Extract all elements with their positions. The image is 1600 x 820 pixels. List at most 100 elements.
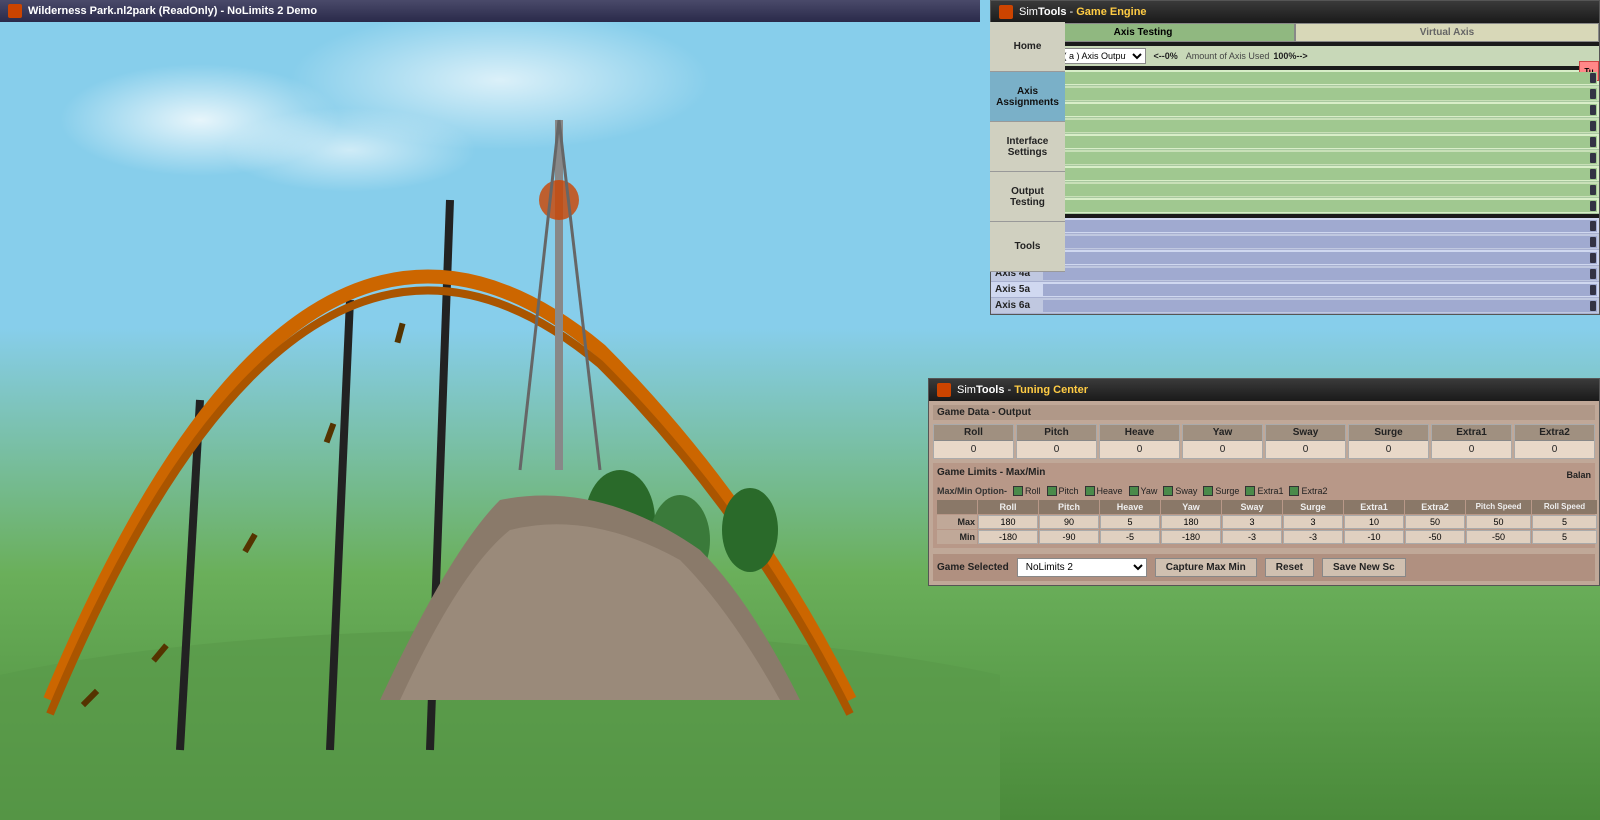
checkbox-roll[interactable]: Roll (1013, 486, 1041, 496)
tuning-icon (937, 383, 951, 397)
checkbox-surge[interactable]: Surge (1203, 486, 1239, 496)
limits-min-row: Min (937, 530, 1591, 544)
checkbox-pitch[interactable]: Pitch (1047, 486, 1079, 496)
simtools-game-engine-panel: SimTools - Game Engine Axis Testing Virt… (990, 0, 1600, 315)
axis-indicator-6a (1590, 301, 1596, 311)
data-col-roll: Roll 0 (933, 424, 1014, 459)
bottom-row: Game Selected NoLimits 2 Capture Max Min… (933, 554, 1595, 581)
checkbox-surge-box[interactable] (1203, 486, 1213, 496)
checkbox-surge-label: Surge (1215, 486, 1239, 496)
game-select[interactable]: NoLimits 2 (1017, 558, 1147, 577)
min-roll-speed-input[interactable] (1532, 530, 1597, 544)
data-col-extra1: Extra1 0 (1431, 424, 1512, 459)
checkbox-extra2[interactable]: Extra2 (1289, 486, 1327, 496)
checkbox-heave-label: Heave (1097, 486, 1123, 496)
dof-row-pitch2: Pitch (991, 166, 1599, 182)
dof-bar-yaw (1043, 120, 1597, 132)
checkbox-sway-box[interactable] (1163, 486, 1173, 496)
axis-bar-5a (1043, 284, 1597, 296)
max-extra1-input[interactable] (1344, 515, 1404, 529)
checkbox-extra2-box[interactable] (1289, 486, 1299, 496)
checkbox-extra2-label: Extra2 (1301, 486, 1327, 496)
col-value-extra1: 0 (1432, 441, 1511, 458)
nav-item-output-testing[interactable]: Output Testing (990, 172, 1065, 222)
min-surge-input[interactable] (1283, 530, 1343, 544)
axis-row-5a: Axis 5a (991, 282, 1599, 298)
dof-bar-heave (1043, 104, 1597, 116)
max-sway-input[interactable] (1222, 515, 1282, 529)
dof-bar-roll2 (1043, 184, 1597, 196)
save-new-sc-button[interactable]: Save New Sc (1322, 558, 1406, 577)
max-roll-input[interactable] (978, 515, 1038, 529)
min-yaw-input[interactable] (1161, 530, 1221, 544)
nav-item-interface-settings[interactable]: Interface Settings (990, 122, 1065, 172)
max-yaw-input[interactable] (1161, 515, 1221, 529)
reset-button[interactable]: Reset (1265, 558, 1314, 577)
dof-indicator-surge (1590, 153, 1596, 163)
min-extra2-input[interactable] (1405, 530, 1465, 544)
nav-item-home[interactable]: Home (990, 22, 1065, 72)
dof-section: Roll Pitch Heave Yaw Sway (991, 70, 1599, 214)
axis-tabs: Axis Testing Virtual Axis (991, 23, 1599, 42)
max-extra2-input[interactable] (1405, 515, 1465, 529)
simtools-title-bar: SimTools - Game Engine (991, 1, 1599, 23)
simtools-title: SimTools - Game Engine (1019, 6, 1147, 18)
min-heave-input[interactable] (1100, 530, 1160, 544)
dof-row-heave: Heave (991, 102, 1599, 118)
tab-virtual-axis[interactable]: Virtual Axis (1295, 23, 1599, 42)
max-pitch-speed-input[interactable] (1466, 515, 1531, 529)
checkbox-sway[interactable]: Sway (1163, 486, 1197, 496)
axis-bar-3a (1043, 252, 1597, 264)
dof-row-surge: Surge (991, 150, 1599, 166)
dof-row-pitch: Pitch (991, 86, 1599, 102)
axis-select[interactable]: ( a ) Axis Output (1056, 48, 1146, 64)
checkbox-extra1-box[interactable] (1245, 486, 1255, 496)
tuning-title: SimTools - Tuning Center (957, 384, 1088, 396)
col-value-sway: 0 (1266, 441, 1345, 458)
min-roll-input[interactable] (978, 530, 1038, 544)
min-extra1-input[interactable] (1344, 530, 1404, 544)
tuning-center-panel: SimTools - Tuning Center Game Data - Out… (928, 378, 1600, 586)
max-heave-input[interactable] (1100, 515, 1160, 529)
balance-label: Balan (1566, 470, 1591, 480)
game-data-header: Game Data - Output (933, 405, 1595, 420)
limits-col-pitch: Pitch (1039, 500, 1099, 514)
nav-item-axis-assignments[interactable]: Axis Assignments (990, 72, 1065, 122)
dof-indicator-pitch (1590, 89, 1596, 99)
capture-max-min-button[interactable]: Capture Max Min (1155, 558, 1257, 577)
col-value-roll: 0 (934, 441, 1013, 458)
max-surge-input[interactable] (1283, 515, 1343, 529)
checkbox-roll-box[interactable] (1013, 486, 1023, 496)
axis-row-3a: Axis 3a (991, 250, 1599, 266)
axis-bar-6a (1043, 300, 1597, 312)
col-value-extra2: 0 (1515, 441, 1594, 458)
limits-col-extra2: Extra2 (1405, 500, 1465, 514)
limits-header-row: Roll Pitch Heave Yaw Sway Surge Extra1 E… (937, 500, 1591, 514)
nav-item-tools[interactable]: Tools (990, 222, 1065, 272)
checkbox-heave-box[interactable] (1085, 486, 1095, 496)
col-header-roll: Roll (934, 425, 1013, 441)
min-sway-input[interactable] (1222, 530, 1282, 544)
dof-indicator-yaw (1590, 121, 1596, 131)
tuning-title-bar: SimTools - Tuning Center (929, 379, 1599, 401)
limits-col-yaw: Yaw (1161, 500, 1221, 514)
min-pitch-input[interactable] (1039, 530, 1099, 544)
max-roll-speed-input[interactable] (1532, 515, 1597, 529)
checkbox-heave[interactable]: Heave (1085, 486, 1123, 496)
window-title-bar: Wilderness Park.nl2park (ReadOnly) - NoL… (0, 0, 980, 22)
axis-row-1a: Axis 1a (991, 218, 1599, 234)
dof-bar-surge (1043, 152, 1597, 164)
window-title: Wilderness Park.nl2park (ReadOnly) - NoL… (28, 5, 317, 17)
checkbox-extra1[interactable]: Extra1 (1245, 486, 1283, 496)
checkbox-pitch-box[interactable] (1047, 486, 1057, 496)
checkbox-yaw[interactable]: Yaw (1129, 486, 1158, 496)
limits-col-pitch-speed: Pitch Speed (1466, 500, 1531, 514)
arrow-right-label: 100%--> (1273, 51, 1307, 61)
checkbox-yaw-box[interactable] (1129, 486, 1139, 496)
max-pitch-input[interactable] (1039, 515, 1099, 529)
axis-indicator-3a (1590, 253, 1596, 263)
min-pitch-speed-input[interactable] (1466, 530, 1531, 544)
dof-row-roll2: Roll (991, 182, 1599, 198)
max-label: Max (937, 515, 977, 529)
col-value-yaw: 0 (1183, 441, 1262, 458)
